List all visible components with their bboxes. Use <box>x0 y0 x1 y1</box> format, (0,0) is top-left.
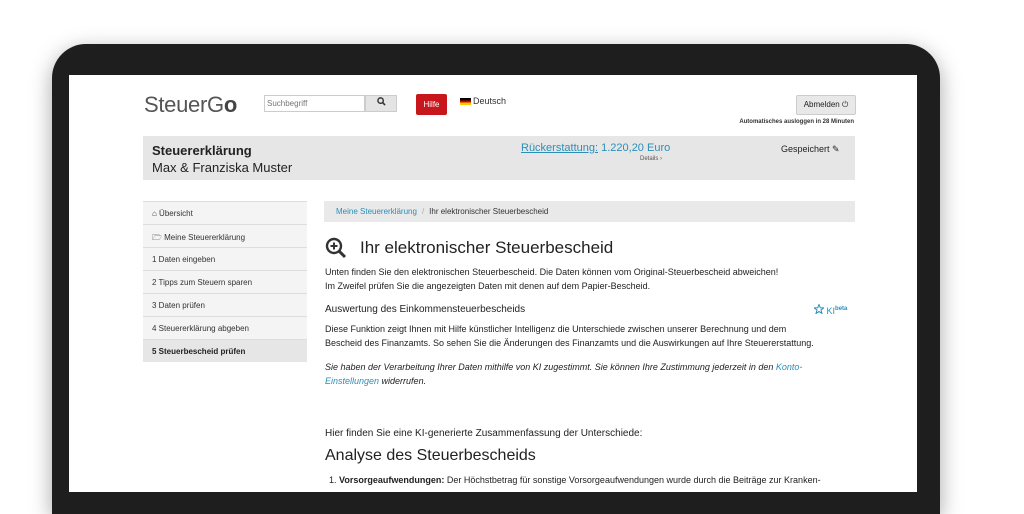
sidebar-item-enter-data[interactable]: 1 Daten eingeben <box>143 247 307 270</box>
return-title: Steuererklärung <box>152 143 252 158</box>
sidebar-item-my-return[interactable]: 🗁 Meine Steuererklärung <box>143 224 307 247</box>
ki-badge[interactable]: KIbeta <box>812 303 848 316</box>
ki-beta-badge: beta <box>835 306 848 312</box>
sidebar-item-tips[interactable]: 2 Tipps zum Steuern sparen <box>143 270 307 293</box>
account-settings-link-cont[interactable]: Einstellungen <box>325 376 379 386</box>
breadcrumb-separator: / <box>421 207 425 216</box>
sidebar-nav: ⌂ Übersicht 🗁 Meine Steuererklärung 1 Da… <box>143 201 307 362</box>
help-button[interactable]: Hilfe <box>416 94 447 115</box>
details-link[interactable]: Details › <box>640 156 662 162</box>
section-title: Auswertung des Einkommensteuerbescheids <box>325 304 526 315</box>
ai-star-icon <box>812 303 826 315</box>
taxpayer-names: Max & Franziska Muster <box>152 160 293 175</box>
page-title: Ihr elektronischer Steuerbescheid <box>360 238 614 257</box>
zoom-in-icon <box>325 237 347 264</box>
intro-text-1: Unten finden Sie den elektronischen Steu… <box>325 267 779 277</box>
search-button[interactable] <box>365 95 397 112</box>
sidebar-item-check-data[interactable]: 3 Daten prüfen <box>143 293 307 316</box>
ki-label: KI <box>826 306 836 316</box>
search-input[interactable] <box>264 95 365 112</box>
breadcrumb: Meine Steuererklärung / Ihr elektronischer… <box>324 201 855 222</box>
sidebar-item-check-notice[interactable]: 5 Steuerbescheid prüfen <box>143 339 307 362</box>
list-item-1: 1. Vorsorgeaufwendungen: Der Höchstbetra… <box>329 475 821 485</box>
intro-text-2: Im Zweifel prüfen Sie die angezeigten Da… <box>325 281 651 291</box>
logout-button[interactable]: Abmelden ⏻ <box>796 95 856 115</box>
breadcrumb-link[interactable]: Meine Steuererklärung <box>336 207 417 216</box>
breadcrumb-current: Ihr elektronischer Steuerbescheid <box>429 207 549 216</box>
section-text-2: Bescheid des Finanzamts. So sehen Sie di… <box>325 338 814 348</box>
language-selector[interactable]: Deutsch <box>473 96 506 106</box>
auto-logout-notice: Automatisches ausloggen in 28 Minuten <box>739 119 854 125</box>
section-text-1: Diese Funktion zeigt Ihnen mit Hilfe kün… <box>325 324 787 334</box>
steuergo-logo[interactable]: SteuerGo <box>144 92 237 118</box>
german-flag-icon <box>460 98 471 105</box>
sidebar-item-overview[interactable]: ⌂ Übersicht <box>143 201 307 224</box>
summary-intro: Hier finden Sie eine KI-generierte Zusam… <box>325 428 643 439</box>
search-icon <box>376 97 386 106</box>
saved-status: Gespeichert ✎ <box>781 144 840 154</box>
analysis-title: Analyse des Steuerbescheids <box>325 447 536 464</box>
consent-notice: Sie haben der Verarbeitung Ihrer Daten m… <box>325 362 803 386</box>
account-settings-link[interactable]: Konto- <box>776 362 803 372</box>
refund-link[interactable]: Rückerstattung: 1.220,20 Euro <box>521 142 670 154</box>
app-screen: SteuerGo Hilfe Deutsch Abmelden ⏻ Automa… <box>69 75 917 492</box>
sidebar-item-submit[interactable]: 4 Steuererklärung abgeben <box>143 316 307 339</box>
